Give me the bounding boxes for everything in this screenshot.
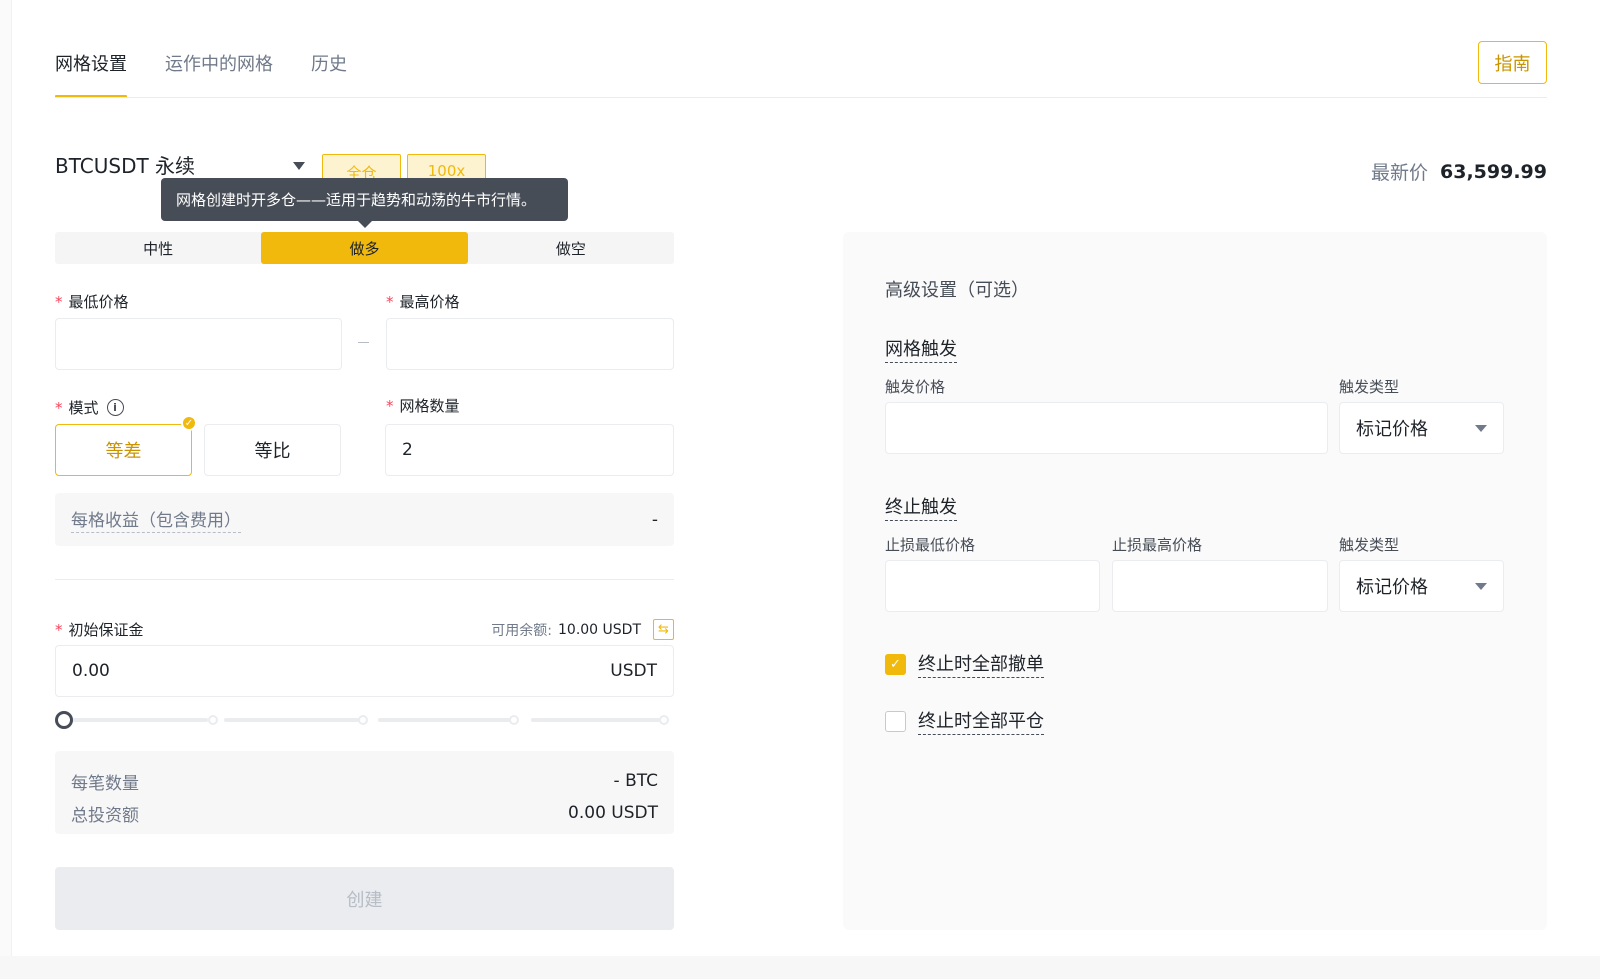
available-balance: 可用余额: 10.00 USDT ⇆ [491,619,674,640]
grid-count-label-text: 网格数量 [399,397,460,415]
order-summary: 每笔数量 - BTC 总投资额 0.00 USDT [55,751,674,834]
grid-count-label: * 网格数量 [386,395,460,416]
required-mark: * [386,396,394,415]
stop-loss-low-label: 止损最低价格 [885,536,976,554]
close-all-checkbox[interactable] [885,710,906,732]
last-price-value: 63,599.99 [1440,160,1547,183]
transfer-icon[interactable]: ⇆ [653,619,674,640]
max-price-label: * 最高价格 [386,291,460,312]
trigger-type-label: 触发类型 [1339,378,1400,396]
initial-margin-value: 0.00 [72,661,110,681]
cancel-all-checkbox[interactable]: ✓ [885,653,906,675]
per-order-row: 每笔数量 - BTC [71,765,658,797]
slider-thumb[interactable] [55,711,73,729]
symbol-selector[interactable]: BTCUSDT 永续 [55,150,195,179]
initial-margin-label: * 初始保证金 [55,619,144,640]
cancel-all-on-stop[interactable]: ✓ 终止时全部撤单 [885,650,1044,678]
advanced-settings-title: 高级设置（可选） [885,280,1029,301]
total-investment-value: 0.00 USDT [568,803,658,823]
direction-neutral-button[interactable]: 中性 [55,232,261,264]
initial-margin-input[interactable]: 0.00 USDT [55,645,674,697]
close-all-label[interactable]: 终止时全部平仓 [918,707,1044,735]
trigger-type-value: 标记价格 [1356,419,1428,440]
initial-margin-unit: USDT [610,661,657,681]
guide-button[interactable]: 指南 [1478,41,1547,84]
trigger-price-input[interactable] [885,402,1328,454]
direction-long-button[interactable]: 做多 [261,232,468,264]
direction-short-button[interactable]: 做空 [468,232,674,264]
total-investment-row: 总投资额 0.00 USDT [71,797,658,829]
stop-type-label: 触发类型 [1339,536,1400,554]
slider-step-dot[interactable] [208,715,218,725]
trigger-type-select[interactable]: 标记价格 [1339,402,1504,454]
stop-loss-high-label: 止损最高价格 [1112,536,1203,554]
max-price-input[interactable] [386,318,674,370]
check-icon: ✓ [890,656,901,672]
check-badge-icon: ✓ [181,415,197,431]
section-divider [55,579,674,580]
caret-down-icon [1475,582,1487,590]
min-price-input[interactable] [55,318,342,370]
stop-loss-high-input[interactable] [1112,560,1328,612]
mode-label-text: 模式 [68,399,99,417]
min-price-label: * 最低价格 [55,291,129,312]
tab-history[interactable]: 历史 [311,50,347,98]
left-edge-panel [0,0,12,979]
last-price: 最新价 63,599.99 [1371,158,1547,185]
margin-slider[interactable] [55,710,674,730]
mode-arithmetic-button[interactable]: 等差 [55,424,192,476]
required-mark: * [55,620,63,639]
grid-trigger-title[interactable]: 网格触发 [885,335,957,363]
caret-down-icon[interactable] [293,162,305,170]
mode-label: * 模式 i [55,397,124,418]
stop-type-value: 标记价格 [1356,577,1428,598]
trigger-price-label: 触发价格 [885,378,946,396]
max-price-label-text: 最高价格 [399,293,460,311]
main-tabs: 网格设置 运作中的网格 历史 [55,50,347,98]
min-price-label-text: 最低价格 [68,293,129,311]
close-all-on-stop[interactable]: 终止时全部平仓 [885,707,1044,735]
info-icon[interactable]: i [106,399,124,416]
tabs-divider [55,97,1547,98]
cancel-all-label[interactable]: 终止时全部撤单 [918,650,1044,678]
per-order-value: - BTC [613,771,658,791]
profit-per-grid-value: - [651,509,658,530]
required-mark: * [386,292,394,311]
profit-per-grid: 每格收益（包含费用） - [55,493,674,546]
required-mark: * [55,292,63,311]
bottom-edge-panel [0,956,1600,979]
stop-trigger-title[interactable]: 终止触发 [885,493,957,521]
total-investment-label: 总投资额 [71,805,139,826]
stop-type-select[interactable]: 标记价格 [1339,560,1504,612]
slider-track [71,718,668,722]
slider-step-dot[interactable] [358,715,368,725]
slider-step-dot[interactable] [509,715,519,725]
mode-geometric-button[interactable]: 等比 [204,424,341,476]
direction-selector: 中性 做多 做空 [55,232,674,264]
slider-segment [530,718,668,722]
create-button[interactable]: 创建 [55,867,674,930]
slider-step-dot[interactable] [659,715,669,725]
tab-running-grids[interactable]: 运作中的网格 [165,50,273,98]
required-mark: * [55,398,63,417]
range-dash [358,342,369,343]
direction-tooltip: 网格创建时开多仓——适用于趋势和动荡的牛市行情。 [161,178,568,228]
slider-segment [377,718,515,722]
available-balance-label: 可用余额: [491,622,552,639]
tab-grid-settings[interactable]: 网格设置 [55,50,127,98]
initial-margin-label-text: 初始保证金 [68,621,144,639]
grid-count-input[interactable]: 2 [385,424,674,476]
caret-down-icon [1475,424,1487,432]
profit-per-grid-label[interactable]: 每格收益（包含费用） [71,506,241,533]
slider-segment [224,718,362,722]
per-order-label: 每笔数量 [71,773,139,794]
stop-loss-low-input[interactable] [885,560,1100,612]
slider-segment [71,718,209,722]
last-price-label: 最新价 [1371,162,1429,184]
available-balance-value: 10.00 USDT [558,621,641,638]
